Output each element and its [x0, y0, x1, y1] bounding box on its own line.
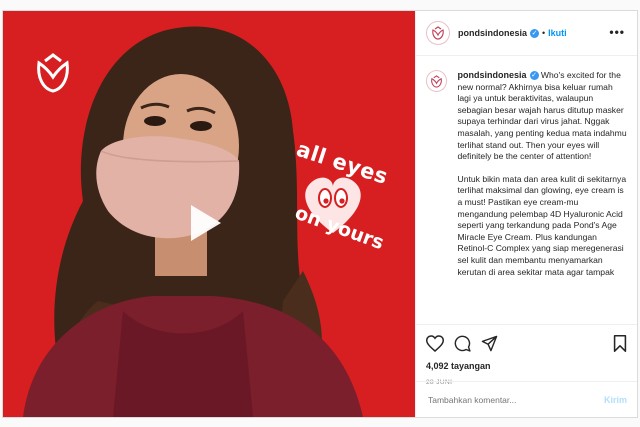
post-comment-button[interactable]: Kirim: [604, 395, 627, 405]
caption-area: pondsindonesia ✓ Who's excited for the ne…: [416, 56, 637, 324]
caption-paragraph-2: Untuk bikin mata dan area kulit di sekit…: [457, 173, 627, 277]
ponds-logo-icon: [432, 26, 444, 40]
separator-dot: •: [542, 28, 546, 38]
caption-row: pondsindonesia ✓ Who's excited for the ne…: [426, 70, 627, 278]
share-icon[interactable]: [481, 335, 498, 352]
avatar[interactable]: [426, 21, 450, 45]
post-video[interactable]: all eyes on yours: [3, 11, 415, 417]
verified-badge-icon: ✓: [530, 28, 540, 38]
comment-icon[interactable]: [454, 335, 471, 352]
post-header: pondsindonesia ✓ • Ikuti •••: [416, 11, 637, 56]
action-icons: [426, 333, 627, 353]
caption-text: pondsindonesia ✓ Who's excited for the ne…: [457, 70, 627, 278]
comment-box: Kirim: [416, 381, 637, 417]
caption-username[interactable]: pondsindonesia: [457, 70, 526, 80]
follow-button[interactable]: Ikuti: [548, 28, 567, 38]
post-sidebar: pondsindonesia ✓ • Ikuti ••• pondsindone…: [415, 11, 637, 417]
instagram-post: all eyes on yours pondsindonesia ✓ • Iku…: [2, 10, 638, 418]
header-username[interactable]: pondsindonesia: [458, 28, 527, 38]
play-icon[interactable]: [183, 201, 227, 245]
like-heart-icon[interactable]: [426, 334, 444, 352]
view-count[interactable]: 4,092 tayangan: [426, 361, 627, 371]
ponds-logo-icon: [431, 74, 443, 88]
more-options-icon[interactable]: •••: [609, 25, 625, 39]
save-bookmark-icon[interactable]: [613, 335, 627, 352]
caption-avatar[interactable]: [426, 70, 448, 92]
verified-badge-icon: ✓: [529, 71, 539, 81]
caption-paragraph-1: Who's excited for the new normal? Akhirn…: [457, 70, 627, 162]
comment-input[interactable]: [426, 393, 604, 406]
